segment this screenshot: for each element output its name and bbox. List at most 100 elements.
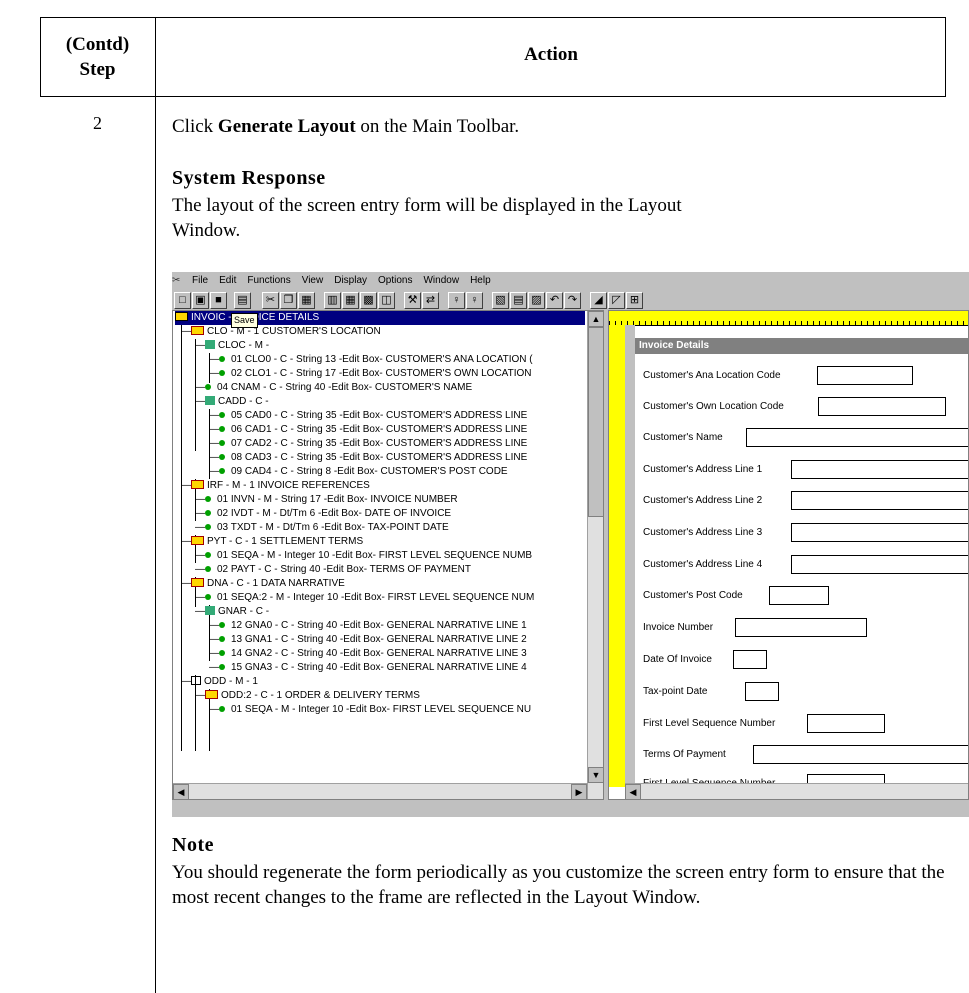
field-input[interactable]: [769, 586, 829, 605]
menu-functions[interactable]: Functions: [247, 275, 290, 286]
element-icon: [205, 384, 211, 390]
hint-icon[interactable]: ♀: [448, 292, 465, 309]
open-icon[interactable]: ▣: [192, 292, 209, 309]
tree-node-element[interactable]: —08 CAD3 - C - String 35 -Edit Box- CUST…: [209, 451, 527, 465]
tree-node-element[interactable]: —09 CAD4 - C - String 8 -Edit Box- CUSTO…: [209, 465, 508, 479]
new-icon[interactable]: □: [174, 292, 191, 309]
compare-icon[interactable]: ⇄: [422, 292, 439, 309]
app-icon: ✂: [172, 275, 181, 286]
cut-icon[interactable]: ✂: [262, 292, 279, 309]
help-icon[interactable]: ♀: [466, 292, 483, 309]
tree-node-label: 01 SEQA - M - Integer 10 -Edit Box- FIRS…: [217, 550, 533, 561]
scroll-up-icon[interactable]: ▲: [588, 311, 603, 327]
element-icon: [219, 468, 225, 474]
tree-node-label: 13 GNA1 - C - String 40 -Edit Box- GENER…: [231, 634, 527, 645]
window-icon[interactable]: ◫: [378, 292, 395, 309]
tree-node-segment[interactable]: — CLO - M - 1 CUSTOMER'S LOCATION: [181, 325, 381, 339]
tree-node-element[interactable]: —02 CLO1 - C - String 17 -Edit Box- CUST…: [209, 367, 532, 381]
tree-node-group[interactable]: — CADD - C -: [195, 395, 269, 409]
layout-horizontal-scrollbar[interactable]: ◀: [625, 783, 968, 799]
pointer-icon[interactable]: ◸: [608, 292, 625, 309]
tree-node-element[interactable]: —15 GNA3 - C - String 40 -Edit Box- GENE…: [209, 661, 527, 675]
tree-node-label: CLO - M - 1 CUSTOMER'S LOCATION: [207, 326, 381, 337]
tree-horizontal-scrollbar[interactable]: ◀ ▶: [173, 783, 587, 799]
tree-node-loop[interactable]: — ODD - M - 1: [181, 675, 258, 689]
save-icon[interactable]: ■: [210, 292, 227, 309]
field-label: Date Of Invoice: [643, 654, 712, 665]
field-input[interactable]: [818, 397, 946, 416]
menu-view[interactable]: View: [302, 275, 324, 286]
loop-icon: [191, 676, 201, 685]
element-icon: [219, 412, 225, 418]
form-title-bar: Invoice Details: [635, 338, 968, 354]
field-input[interactable]: [746, 428, 968, 447]
element-icon: [219, 426, 225, 432]
tree-node-label: 12 GNA0 - C - String 40 -Edit Box- GENER…: [231, 620, 527, 631]
element-icon: [219, 650, 225, 656]
field-input[interactable]: [735, 618, 867, 637]
scroll-left-icon[interactable]: ◀: [625, 784, 641, 799]
menu-help[interactable]: Help: [470, 275, 491, 286]
menu-file[interactable]: File: [192, 275, 208, 286]
tree-node-segment[interactable]: — ODD:2 - C - 1 ORDER & DELIVERY TERMS: [195, 689, 420, 703]
field-input[interactable]: [791, 523, 968, 542]
field-input[interactable]: [733, 650, 767, 669]
field-input[interactable]: [791, 460, 968, 479]
scroll-down-icon[interactable]: ▼: [588, 767, 603, 783]
element-icon: [205, 524, 211, 530]
tree-node-element[interactable]: —04 CNAM - C - String 40 -Edit Box- CUST…: [195, 381, 472, 395]
field-input[interactable]: [817, 366, 913, 385]
field-input[interactable]: [745, 682, 779, 701]
tree-node-element[interactable]: —06 CAD1 - C - String 35 -Edit Box- CUST…: [209, 423, 527, 437]
tree-node-label: 01 INVN - M - String 17 -Edit Box- INVOI…: [217, 494, 458, 505]
menu-display[interactable]: Display: [334, 275, 367, 286]
grid-icon[interactable]: ▦: [342, 292, 359, 309]
tree-node-element[interactable]: —13 GNA1 - C - String 40 -Edit Box- GENE…: [209, 633, 527, 647]
layout-margin: [625, 325, 635, 787]
tools-icon[interactable]: ⚒: [404, 292, 421, 309]
layout-icon[interactable]: ▧: [492, 292, 509, 309]
generate-layout-icon[interactable]: ▥: [324, 292, 341, 309]
tree-node-element[interactable]: —01 SEQA - M - Integer 10 -Edit Box- FIR…: [209, 703, 531, 717]
field-input[interactable]: [791, 491, 968, 510]
tree-node-element[interactable]: —01 SEQA - M - Integer 10 -Edit Box- FIR…: [195, 549, 532, 563]
tree-node-element[interactable]: —14 GNA2 - C - String 40 -Edit Box- GENE…: [209, 647, 527, 661]
menu-options[interactable]: Options: [378, 275, 412, 286]
table-icon[interactable]: ⊞: [626, 292, 643, 309]
field-input[interactable]: [807, 714, 885, 733]
frame-icon[interactable]: ▨: [528, 292, 545, 309]
tree-node-group[interactable]: — CLOC - M -: [195, 339, 269, 353]
tree-node-element[interactable]: —03 TXDT - M - Dt/Tm 6 -Edit Box- TAX-PO…: [195, 521, 449, 535]
tree-node-element[interactable]: —07 CAD2 - C - String 35 -Edit Box- CUST…: [209, 437, 527, 451]
scroll-right-icon[interactable]: ▶: [571, 784, 587, 799]
tree-node-element[interactable]: —12 GNA0 - C - String 40 -Edit Box- GENE…: [209, 619, 527, 633]
scroll-left-icon[interactable]: ◀: [173, 784, 189, 799]
copy-icon[interactable]: ❐: [280, 292, 297, 309]
paste-icon[interactable]: ▦: [298, 292, 315, 309]
form-icon[interactable]: ▤: [510, 292, 527, 309]
tree-node-group[interactable]: — GNAR - C -: [195, 605, 269, 619]
scroll-thumb[interactable]: [588, 327, 603, 517]
field-input[interactable]: [753, 745, 968, 764]
tree-node-segment[interactable]: — IRF - M - 1 INVOICE REFERENCES: [181, 479, 370, 493]
tree-node-label: ODD - M - 1: [204, 676, 258, 687]
tree-node-element[interactable]: —05 CAD0 - C - String 35 -Edit Box- CUST…: [209, 409, 527, 423]
redo-icon[interactable]: ↷: [564, 292, 581, 309]
tree-node-segment[interactable]: — DNA - C - 1 DATA NARRATIVE: [181, 577, 345, 591]
tree-node-element[interactable]: —01 SEQA:2 - M - Integer 10 -Edit Box- F…: [195, 591, 534, 605]
horizontal-ruler: [609, 311, 968, 326]
align-icon[interactable]: ◢: [590, 292, 607, 309]
field-input[interactable]: [791, 555, 968, 574]
undo-icon[interactable]: ↶: [546, 292, 563, 309]
tree-vertical-scrollbar[interactable]: ▲ ▼: [587, 311, 603, 799]
tree-node-element[interactable]: —01 INVN - M - String 17 -Edit Box- INVO…: [195, 493, 458, 507]
tree-node-element[interactable]: —02 PAYT - C - String 40 -Edit Box- TERM…: [195, 563, 471, 577]
map-icon[interactable]: ▩: [360, 292, 377, 309]
menu-edit[interactable]: Edit: [219, 275, 236, 286]
tree-node-element[interactable]: —02 IVDT - M - Dt/Tm 6 -Edit Box- DATE O…: [195, 507, 451, 521]
tree-node-element[interactable]: —01 CLO0 - C - String 13 -Edit Box- CUST…: [209, 353, 533, 367]
menu-window[interactable]: Window: [423, 275, 459, 286]
table-column-divider: [155, 17, 156, 993]
tree-node-segment[interactable]: — PYT - C - 1 SETTLEMENT TERMS: [181, 535, 363, 549]
print-icon[interactable]: ▤: [234, 292, 251, 309]
